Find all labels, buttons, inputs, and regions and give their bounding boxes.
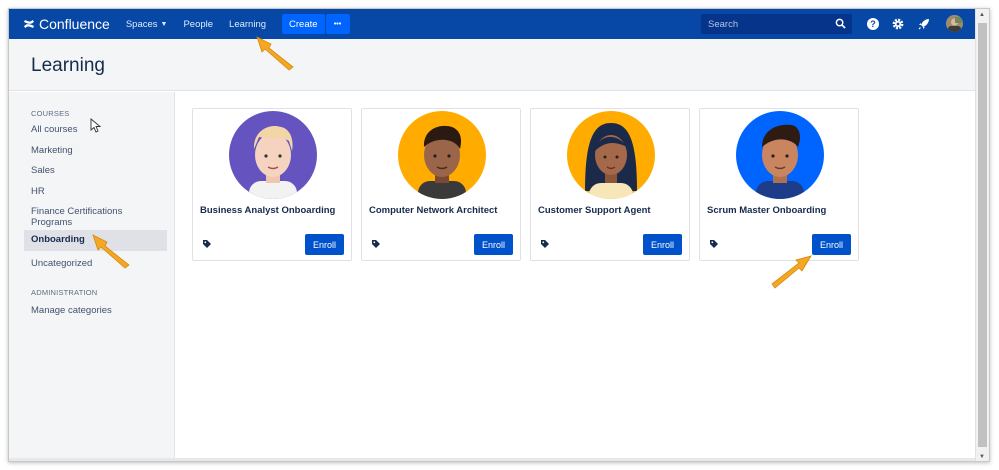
course-avatar bbox=[567, 111, 655, 199]
user-avatar[interactable] bbox=[946, 15, 963, 32]
search-placeholder: Search bbox=[708, 18, 739, 30]
tag-icon[interactable] bbox=[540, 239, 550, 249]
person-illustration bbox=[229, 111, 317, 199]
create-button[interactable]: Create bbox=[282, 14, 325, 34]
search-input[interactable]: Search bbox=[701, 14, 852, 34]
settings-gear-icon[interactable] bbox=[891, 17, 905, 31]
course-title[interactable]: Scrum Master Onboarding bbox=[707, 205, 826, 216]
course-card[interactable]: Scrum Master Onboarding Enroll bbox=[699, 108, 859, 261]
enroll-button[interactable]: Enroll bbox=[812, 234, 851, 255]
administration-heading: ADMINISTRATION bbox=[31, 288, 98, 297]
sidebar-item-hr[interactable]: HR bbox=[24, 184, 167, 199]
brand-name: Confluence bbox=[39, 16, 110, 32]
nav-spaces-label: Spaces bbox=[125, 18, 158, 30]
enroll-button[interactable]: Enroll bbox=[305, 234, 344, 255]
help-icon[interactable]: ? bbox=[866, 17, 880, 31]
course-card[interactable]: Customer Support Agent Enroll bbox=[530, 108, 690, 261]
course-card[interactable]: Computer Network Architect Enroll bbox=[361, 108, 521, 261]
course-avatar bbox=[736, 111, 824, 199]
scroll-down-arrow-icon[interactable]: ▼ bbox=[979, 454, 985, 460]
app-window: Confluence Spaces ▼ People Learning Crea… bbox=[8, 8, 990, 462]
course-card[interactable]: Business Analyst Onboarding Enroll bbox=[192, 108, 352, 261]
tag-icon[interactable] bbox=[202, 239, 212, 249]
search-icon bbox=[835, 18, 846, 29]
horizontal-scrollbar[interactable] bbox=[9, 458, 975, 461]
scrollbar-thumb[interactable] bbox=[978, 23, 987, 447]
chevron-down-icon: ▼ bbox=[160, 20, 168, 28]
rocket-icon[interactable] bbox=[917, 17, 931, 31]
tag-icon[interactable] bbox=[371, 239, 381, 249]
person-illustration bbox=[398, 111, 486, 199]
sidebar-item-manage-categories[interactable]: Manage categories bbox=[24, 303, 167, 318]
annotation-arrow-icon bbox=[256, 36, 294, 71]
sidebar: COURSES All courses Marketing Sales HR F… bbox=[9, 92, 175, 461]
sidebar-item-sales[interactable]: Sales bbox=[24, 163, 167, 178]
course-avatar bbox=[398, 111, 486, 199]
page-title: Learning bbox=[31, 55, 105, 76]
sidebar-item-marketing[interactable]: Marketing bbox=[24, 143, 167, 158]
course-title[interactable]: Computer Network Architect bbox=[369, 205, 497, 216]
nav-people[interactable]: People bbox=[183, 19, 213, 30]
tag-icon[interactable] bbox=[709, 239, 719, 249]
enroll-button[interactable]: Enroll bbox=[643, 234, 682, 255]
vertical-scrollbar[interactable]: ▲ ▼ bbox=[975, 9, 989, 461]
confluence-logo-icon bbox=[24, 20, 34, 28]
nav-learning[interactable]: Learning bbox=[229, 19, 266, 30]
svg-text:?: ? bbox=[870, 19, 876, 29]
annotation-arrow-icon bbox=[92, 234, 130, 269]
person-illustration bbox=[736, 111, 824, 199]
course-title[interactable]: Customer Support Agent bbox=[538, 205, 651, 216]
courses-heading: COURSES bbox=[31, 109, 70, 118]
course-title[interactable]: Business Analyst Onboarding bbox=[200, 205, 335, 216]
person-illustration bbox=[567, 111, 655, 199]
annotation-arrow-icon bbox=[771, 255, 812, 289]
more-create-button[interactable]: ••• bbox=[325, 14, 350, 34]
course-avatar bbox=[229, 111, 317, 199]
nav-spaces[interactable]: Spaces ▼ bbox=[126, 19, 168, 30]
top-nav: Confluence Spaces ▼ People Learning Crea… bbox=[9, 9, 975, 39]
scroll-up-arrow-icon[interactable]: ▲ bbox=[979, 12, 985, 18]
enroll-button[interactable]: Enroll bbox=[474, 234, 513, 255]
avatar-image bbox=[946, 15, 963, 32]
sidebar-item-finance[interactable]: Finance Certifications Programs bbox=[24, 204, 134, 230]
confluence-logo[interactable]: Confluence bbox=[23, 16, 110, 32]
page-header: Learning bbox=[9, 39, 975, 91]
mouse-cursor-icon bbox=[90, 118, 102, 133]
